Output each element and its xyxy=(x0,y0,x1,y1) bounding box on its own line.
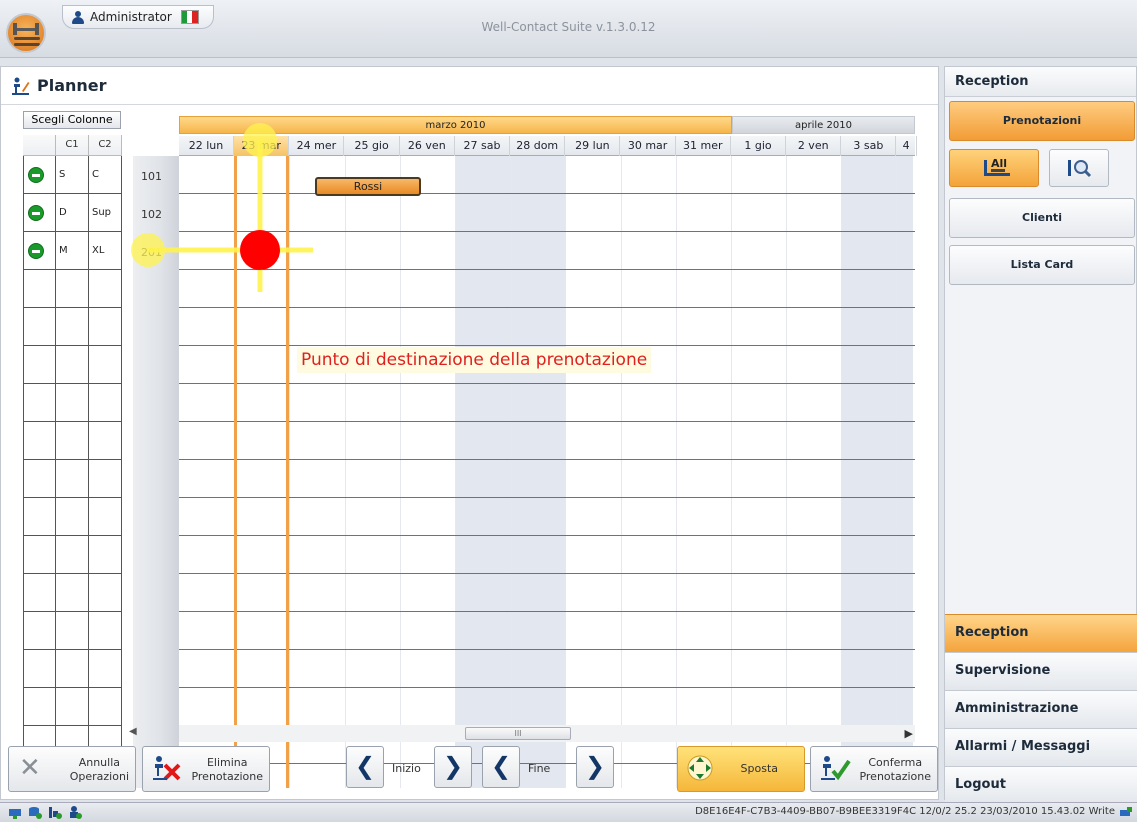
scroll-right-arrow[interactable]: ▶ xyxy=(905,727,913,740)
status-text: D8E16E4F-C7B3-4409-BB07-B9BEE3319F4C 12/… xyxy=(695,806,1115,817)
all-bookings-button[interactable]: All xyxy=(949,149,1039,187)
move-button[interactable]: Sposta xyxy=(677,746,805,792)
planner-status-icon xyxy=(48,806,62,819)
lista-card-button[interactable]: Lista Card xyxy=(949,245,1135,285)
start-prev-button[interactable]: ❮ xyxy=(346,746,384,788)
nav-allarmi-messaggi[interactable]: Allarmi / Messaggi xyxy=(945,728,1137,766)
status-icons xyxy=(8,806,82,819)
network-icon xyxy=(8,806,22,819)
database-icon xyxy=(28,806,42,819)
scroll-thumb[interactable]: III xyxy=(465,727,571,740)
cancel-operations-button[interactable]: ✕ Annulla Operazioni xyxy=(8,746,136,792)
nav-reception[interactable]: Reception xyxy=(945,614,1137,652)
planner-panel: Planner Scegli Colonne C1 C2 101 102 201… xyxy=(0,66,939,800)
right-panel: Reception Prenotazioni All Clienti Lista… xyxy=(944,66,1137,804)
end-next-button[interactable]: ❯ xyxy=(576,746,614,788)
panel-header: Reception xyxy=(945,67,1136,97)
end-prev-button[interactable]: ❮ xyxy=(482,746,520,788)
all-bookings-icon: All xyxy=(982,156,1012,183)
user-status-icon xyxy=(68,806,82,819)
confirm-booking-button[interactable]: Conferma Prenotazione xyxy=(810,746,938,792)
annotation-text: Punto di destinazione della prenotazione xyxy=(297,347,652,373)
confirm-booking-icon xyxy=(819,755,851,786)
app-title: Well-Contact Suite v.1.3.0.12 xyxy=(481,20,656,34)
delete-booking-icon xyxy=(151,755,183,786)
nav-logout[interactable]: Logout xyxy=(945,766,1137,804)
delete-booking-button[interactable]: Elimina Prenotazione xyxy=(142,746,270,792)
prenotazioni-button[interactable]: Prenotazioni xyxy=(949,101,1135,141)
search-bookings-button[interactable] xyxy=(1049,149,1109,187)
connection-icon xyxy=(1119,806,1133,822)
svg-text:All: All xyxy=(991,157,1007,170)
clienti-button[interactable]: Clienti xyxy=(949,198,1135,238)
nav-amministrazione[interactable]: Amministrazione xyxy=(945,690,1137,728)
scroll-left-arrow[interactable]: ◀ xyxy=(129,726,137,737)
nav-supervisione[interactable]: Supervisione xyxy=(945,652,1137,690)
start-label: Inizio xyxy=(392,762,421,775)
search-icon xyxy=(1066,156,1094,183)
start-next-button[interactable]: ❯ xyxy=(434,746,472,788)
end-label: Fine xyxy=(528,762,551,775)
move-arrows-icon xyxy=(686,754,714,785)
x-icon: ✕ xyxy=(19,753,41,783)
horizontal-scrollbar[interactable]: III ▶ xyxy=(179,725,915,742)
title-bar: Administrator Well-Contact Suite v.1.3.0… xyxy=(0,0,1137,58)
status-bar: D8E16E4F-C7B3-4409-BB07-B9BEE3319F4C 12/… xyxy=(0,802,1137,822)
drag-crosshair xyxy=(131,123,313,292)
